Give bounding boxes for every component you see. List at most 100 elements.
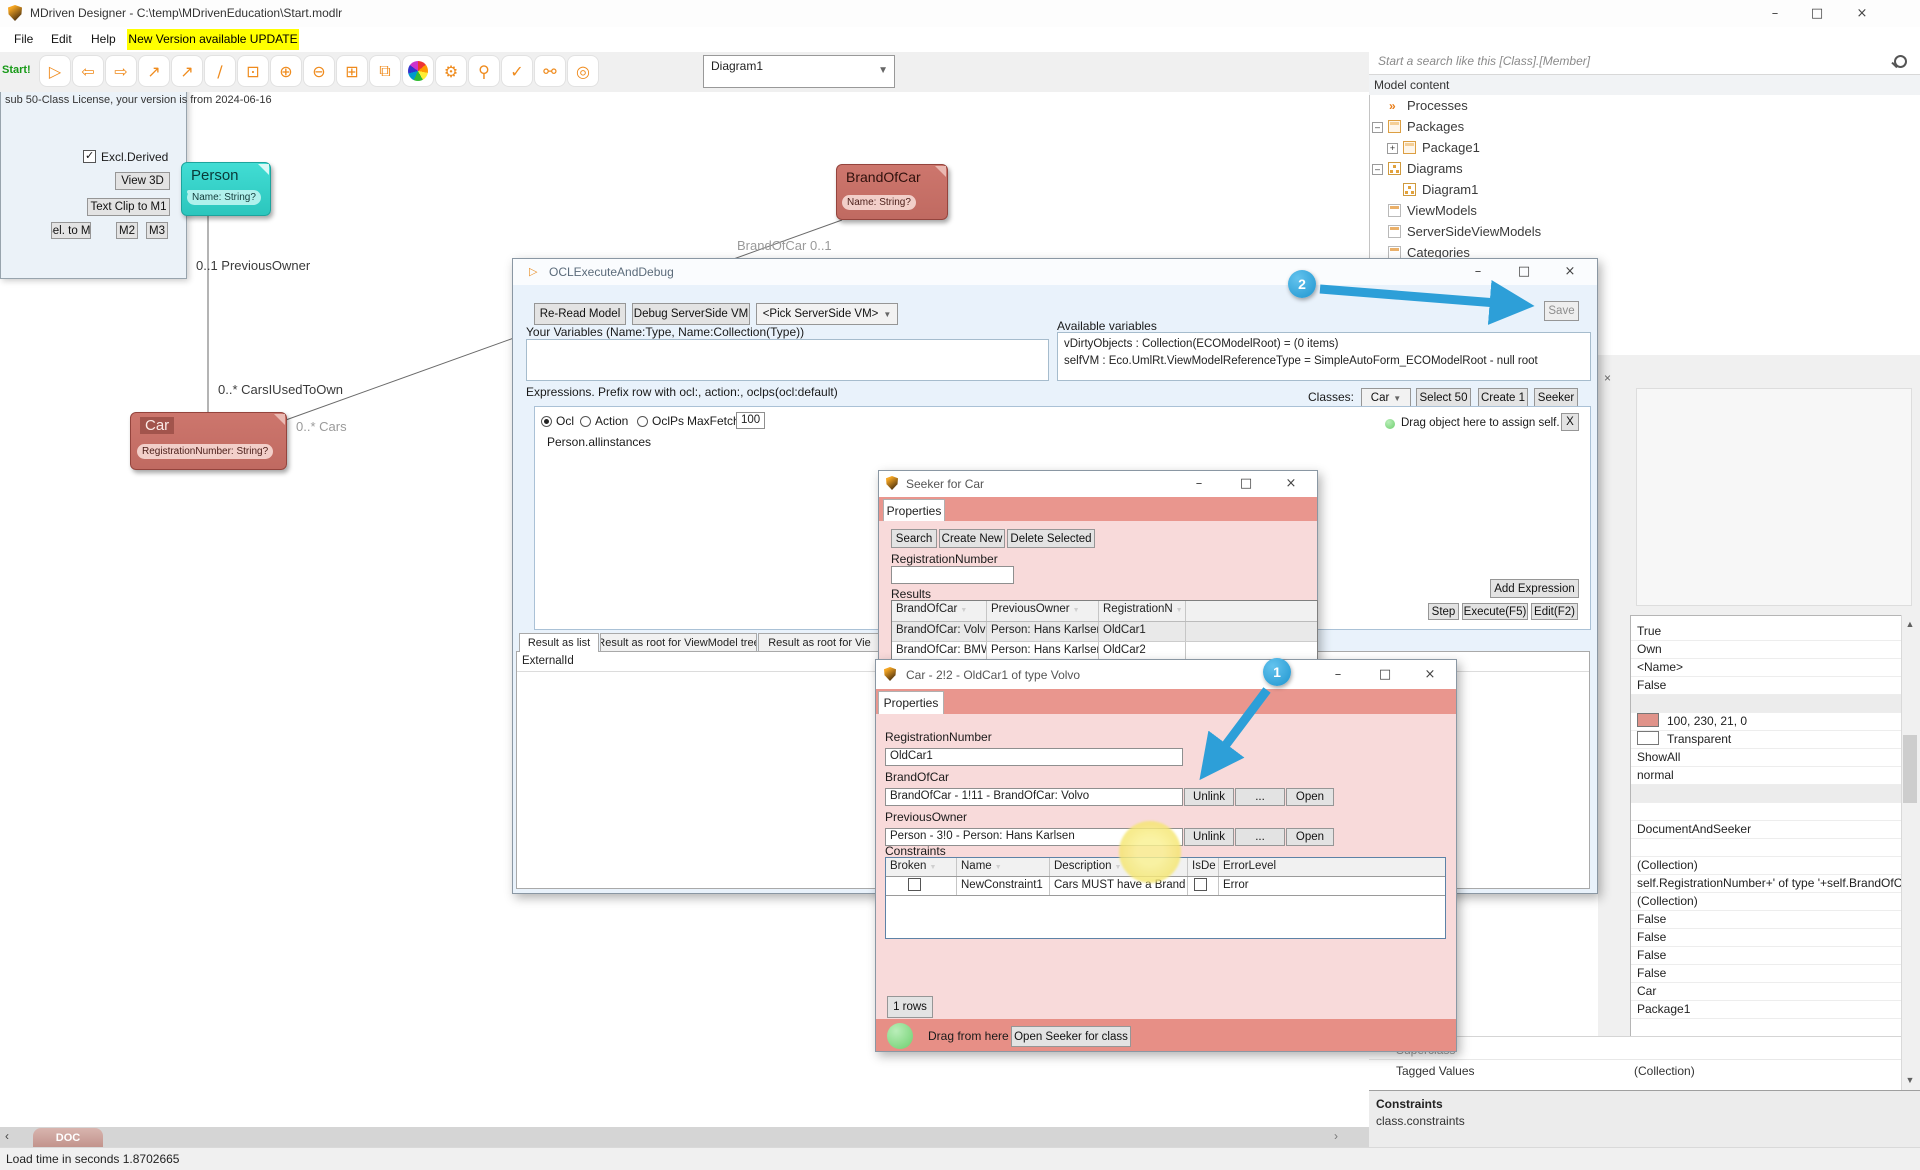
create1-button[interactable]: Create 1	[1478, 388, 1528, 408]
property-value[interactable]: normal	[1631, 767, 1901, 785]
tab-result-viewmodel-2[interactable]: Result as root for Vie	[758, 633, 881, 652]
open-seeker-button[interactable]: Open Seeker for class	[1011, 1026, 1131, 1047]
settings-rings-icon[interactable]: ◎	[568, 56, 598, 86]
doc-tab[interactable]: DOC	[33, 1128, 103, 1147]
table-row[interactable]: NewConstraint1Cars MUST have a BrandErro…	[886, 876, 1445, 896]
expression-text[interactable]: Person.allinstances	[547, 435, 651, 449]
table-row[interactable]: BrandOfCar: VolvoPerson: Hans KarlsenOld…	[892, 621, 1317, 642]
property-value[interactable]: False	[1631, 947, 1901, 965]
sidebar-item-serversideviewmodels[interactable]: ServerSideViewModels	[1407, 224, 1541, 244]
col-name[interactable]: Name	[957, 858, 1050, 876]
car-titlebar[interactable]: Car - 2!2 - OldCar1 of type Volvo – □ ×	[876, 660, 1456, 689]
scroll-left-icon[interactable]: ‹	[5, 1129, 9, 1143]
window-icon[interactable]: ⊞	[337, 56, 367, 86]
col-isde[interactable]: IsDe	[1188, 858, 1219, 876]
back-icon[interactable]: ⇦	[73, 56, 103, 86]
minimize-button[interactable]: –	[1182, 474, 1216, 494]
scroll-right-icon[interactable]: ›	[1334, 1129, 1338, 1143]
close-button[interactable]: ×	[1274, 474, 1308, 494]
maximize-button[interactable]: □	[1507, 262, 1541, 282]
sidebar-item-viewmodels[interactable]: ViewModels	[1407, 203, 1477, 223]
property-value-color[interactable]: Transparent	[1631, 731, 1901, 749]
dashed-line-icon[interactable]: ∕	[205, 56, 235, 86]
col-broken[interactable]: Broken	[886, 858, 957, 876]
select-frame-icon[interactable]: ⊡	[238, 56, 268, 86]
broken-checkbox[interactable]	[908, 878, 921, 891]
diagram-selector[interactable]: Diagram1 ▼	[703, 55, 895, 88]
start-label[interactable]: Start!	[2, 64, 31, 76]
class-person[interactable]: Person Name: String?	[181, 162, 271, 216]
menu-file[interactable]: File	[14, 32, 33, 46]
run-icon[interactable]: ▷	[40, 56, 70, 86]
excl-derived-checkbox[interactable]	[83, 150, 96, 163]
property-value[interactable]: False	[1631, 929, 1901, 947]
tab-properties[interactable]: Properties	[878, 691, 944, 714]
property-value[interactable]: False	[1631, 677, 1901, 695]
scrollbar-thumb[interactable]	[1903, 735, 1917, 803]
horizontal-scrollbar[interactable]: ‹ DOC ›	[0, 1127, 1369, 1147]
col-brandofcar[interactable]: BrandOfCar	[892, 601, 987, 621]
sidebar-item-packages[interactable]: Packages	[1407, 119, 1464, 139]
delete-selected-button[interactable]: Delete Selected	[1007, 529, 1095, 548]
text-clip-m1-button[interactable]: Text Clip to M1	[87, 198, 170, 216]
col-previousowner[interactable]: PreviousOwner	[987, 601, 1099, 621]
close-button[interactable]: ×	[1845, 4, 1879, 24]
minimize-button[interactable]: –	[1461, 262, 1495, 282]
property-value[interactable]: False	[1631, 965, 1901, 983]
drag-handle-icon[interactable]	[887, 1023, 913, 1049]
property-value[interactable]: DocumentAndSeeker	[1631, 821, 1901, 839]
m3-button[interactable]: M3	[146, 222, 168, 239]
tab-result-viewmodel-tree[interactable]: Result as root for ViewModel tree	[600, 633, 757, 652]
property-value[interactable]	[1631, 803, 1901, 821]
association-arrow-icon[interactable]: ↗	[172, 56, 202, 86]
maxfetch-input[interactable]: 100	[736, 412, 765, 429]
property-value[interactable]: Own	[1631, 641, 1901, 659]
update-banner[interactable]: New Version available UPDATE	[127, 29, 299, 50]
ocl-titlebar[interactable]: ▷ OCLExecuteAndDebug – □ ×	[513, 259, 1597, 285]
property-value[interactable]: (Collection)	[1631, 893, 1901, 911]
property-value[interactable]: self.RegistrationNumber+' of type '+self…	[1631, 875, 1901, 893]
maximize-button[interactable]: □	[1800, 4, 1834, 24]
save-button[interactable]: Save	[1544, 301, 1579, 321]
step-button[interactable]: Step	[1428, 603, 1459, 620]
property-value[interactable]	[1631, 785, 1901, 803]
property-value[interactable]: Package1	[1631, 1001, 1901, 1019]
select50-button[interactable]: Select 50	[1416, 388, 1471, 408]
forward-icon[interactable]: ⇨	[106, 56, 136, 86]
close-icon[interactable]: ×	[1604, 371, 1611, 385]
sidebar-item-processes[interactable]: Processes	[1407, 98, 1468, 118]
add-expression-button[interactable]: Add Expression	[1490, 579, 1579, 598]
property-value-color[interactable]: 100, 230, 21, 0	[1631, 713, 1901, 731]
zoom-out-icon[interactable]: ⊖	[304, 56, 334, 86]
registration-input[interactable]	[891, 566, 1014, 584]
class-combo[interactable]: Car▼	[1361, 388, 1411, 408]
property-value[interactable]: Car	[1631, 983, 1901, 1001]
property-value[interactable]: (Collection)	[1631, 857, 1901, 875]
property-value[interactable]: <Name>	[1631, 659, 1901, 677]
close-button[interactable]: ×	[1413, 665, 1447, 685]
class-brandofcar[interactable]: BrandOfCar Name: String?	[836, 164, 948, 220]
open-brand-button[interactable]: Open	[1286, 788, 1334, 806]
debug-serverside-button[interactable]: Debug ServerSide VM	[632, 303, 750, 325]
property-value[interactable]	[1631, 695, 1901, 713]
hierarchy-icon[interactable]: ⚯	[535, 56, 565, 86]
property-value[interactable]: ShowAll	[1631, 749, 1901, 767]
constraints-panel-value[interactable]: class.constraints	[1376, 1114, 1465, 1128]
open-owner-button[interactable]: Open	[1286, 828, 1334, 846]
radio-action[interactable]	[580, 416, 591, 427]
tab-properties[interactable]: Properties	[883, 499, 945, 521]
property-value-tagged-values[interactable]: (Collection)	[1634, 1064, 1695, 1078]
execute-button[interactable]: Execute(F5)	[1462, 603, 1528, 620]
radio-oclps[interactable]	[637, 416, 648, 427]
search-bar[interactable]: Start a search like this [Class].[Member…	[1369, 47, 1920, 75]
clear-self-button[interactable]: X	[1561, 413, 1579, 431]
tab-result-as-list[interactable]: Result as list	[519, 633, 599, 652]
scroll-up-icon[interactable]: ▲	[1902, 619, 1918, 629]
pick-brand-button[interactable]: ...	[1235, 788, 1285, 806]
pick-serverside-combo[interactable]: <Pick ServerSide VM>▼	[756, 303, 898, 325]
your-variables-input[interactable]	[526, 339, 1049, 381]
reread-model-button[interactable]: Re-Read Model	[534, 303, 626, 325]
property-grid-scrollbar[interactable]: ▲ ▼	[1901, 615, 1918, 1092]
menu-help[interactable]: Help	[91, 32, 116, 46]
association-icon[interactable]: ↗	[139, 56, 169, 86]
